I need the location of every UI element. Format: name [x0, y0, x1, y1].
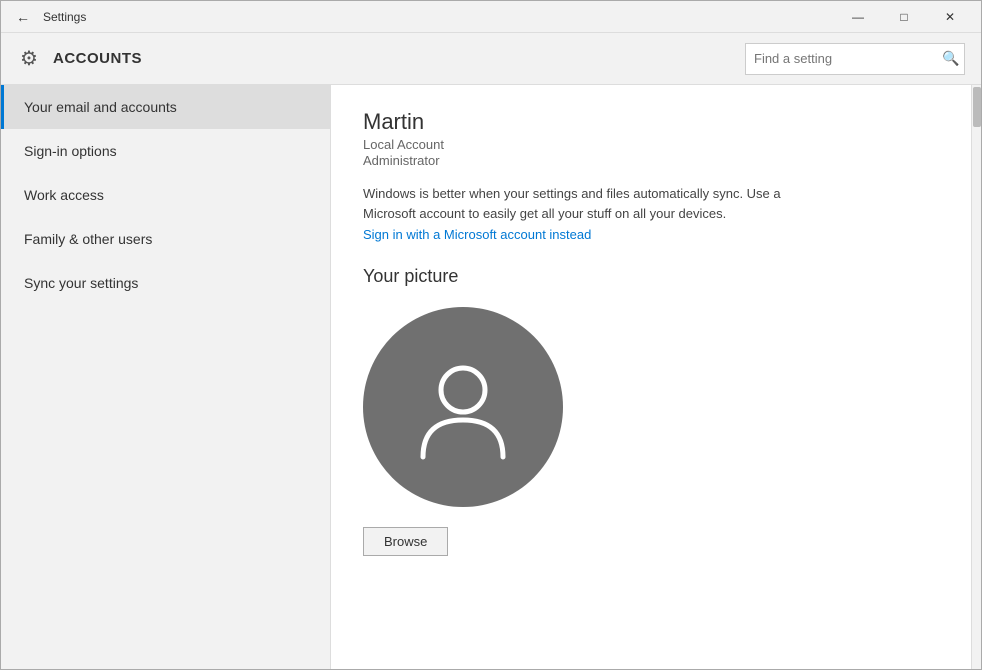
picture-section-title: Your picture: [363, 266, 939, 287]
header-title: ACCOUNTS: [53, 50, 142, 67]
back-button[interactable]: ←: [9, 3, 37, 31]
search-box: 🔍: [745, 43, 965, 75]
sign-in-link[interactable]: Sign in with a Microsoft account instead: [363, 227, 939, 242]
sidebar-item-email-accounts[interactable]: Your email and accounts: [1, 85, 330, 129]
minimize-button[interactable]: —: [835, 1, 881, 33]
user-role: Administrator: [363, 153, 939, 168]
search-button[interactable]: 🔍: [938, 43, 964, 75]
avatar-icon: [413, 352, 513, 462]
scrollbar-track: [971, 85, 981, 669]
sync-message: Windows is better when your settings and…: [363, 184, 823, 223]
content-area: Martin Local Account Administrator Windo…: [331, 85, 971, 669]
sidebar-item-sync-settings[interactable]: Sync your settings: [1, 261, 330, 305]
sidebar-item-sign-in-options[interactable]: Sign-in options: [1, 129, 330, 173]
header-bar: ⚙ ACCOUNTS 🔍: [1, 33, 981, 85]
maximize-button[interactable]: □: [881, 1, 927, 33]
browse-button[interactable]: Browse: [363, 527, 448, 556]
sidebar-item-work-access[interactable]: Work access: [1, 173, 330, 217]
sidebar-item-family-other-users[interactable]: Family & other users: [1, 217, 330, 261]
close-button[interactable]: ✕: [927, 1, 973, 33]
main-layout: Your email and accounts Sign-in options …: [1, 85, 981, 669]
user-account-type: Local Account: [363, 137, 939, 152]
search-input[interactable]: [746, 51, 938, 66]
settings-window: ← Settings — □ ✕ ⚙ ACCOUNTS 🔍 Your email…: [0, 0, 982, 670]
sidebar: Your email and accounts Sign-in options …: [1, 85, 331, 669]
accounts-icon: ⚙: [17, 47, 41, 71]
window-controls: — □ ✕: [835, 1, 973, 33]
scrollbar-thumb[interactable]: [973, 87, 981, 127]
window-title: Settings: [43, 10, 86, 24]
title-bar: ← Settings — □ ✕: [1, 1, 981, 33]
user-name: Martin: [363, 109, 939, 135]
avatar: [363, 307, 563, 507]
